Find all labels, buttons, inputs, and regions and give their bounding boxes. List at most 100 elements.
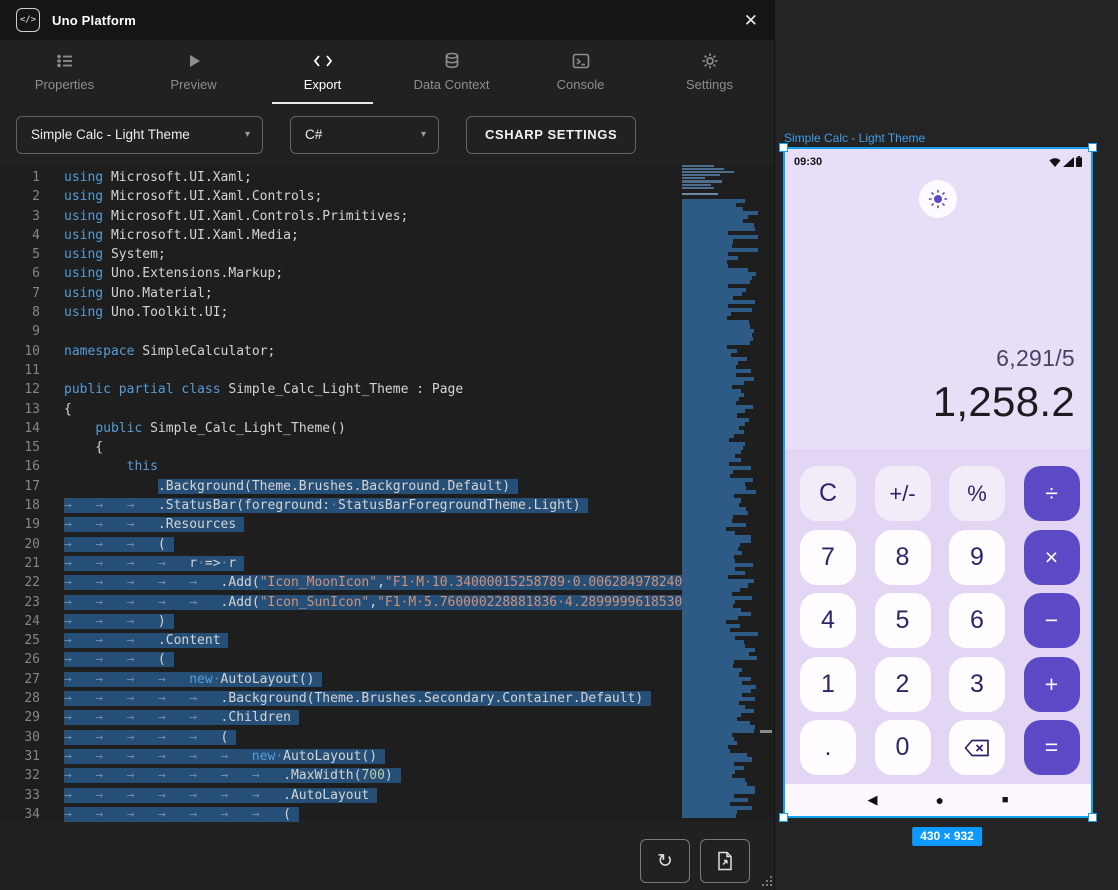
line-number: 10 [0,342,40,361]
tab-data-context[interactable]: Data Context [387,40,516,104]
csharp-settings-button[interactable]: CSHARP SETTINGS [466,116,636,154]
code-line: 28→ → → → → .Background(Theme.Brushes.Se… [0,689,682,708]
language-select[interactable]: C# ▾ [290,116,439,154]
calc-key-4[interactable]: 4 [800,593,856,648]
language-select-value: C# [305,127,322,142]
nav-home-icon[interactable]: ● [935,792,943,808]
calc-key-0[interactable]: 0 [875,720,931,775]
tab-label: Settings [686,77,733,92]
code-line: 19→ → → .Resources [0,515,682,534]
chevron-down-icon: ▾ [407,129,426,140]
scrollbar-marker[interactable] [760,730,772,733]
calc-key-+[interactable]: + [1024,657,1080,712]
code-icon [313,52,333,70]
selection-handle[interactable] [779,813,788,822]
calc-key-6[interactable]: 6 [949,593,1005,648]
title-bar: </> Uno Platform ✕ [0,0,774,40]
code-line: 24→ → → ) [0,612,682,631]
component-select-value: Simple Calc - Light Theme [31,127,190,142]
code-line: 34→ → → → → → → ( [0,805,682,822]
selection-handle[interactable] [779,143,788,152]
calc-key-.[interactable]: . [800,720,856,775]
line-number: 19 [0,515,40,534]
tab-label: Properties [35,77,94,92]
code-line: 8using Uno.Toolkit.UI; [0,303,682,322]
plugin-panel: </> Uno Platform ✕ Properties Preview [0,0,775,890]
key-label: +/- [889,481,915,507]
calc-key-9[interactable]: 9 [949,530,1005,585]
code-line: 20→ → → ( [0,535,682,554]
code-line: 27→ → → → new·AutoLayout() [0,670,682,689]
key-label: × [1045,544,1058,571]
calc-key-1[interactable]: 1 [800,657,856,712]
code-line: 23→ → → → → .Add("Icon_SunIcon","F1·M·5.… [0,593,682,612]
key-label: . [825,733,832,762]
status-time: 09:30 [794,156,822,168]
line-number: 25 [0,631,40,650]
signal-icon [1063,157,1074,167]
list-icon [56,52,74,70]
line-number: 14 [0,419,40,438]
backspace-icon [964,739,990,757]
code-line: 3using Microsoft.UI.Xaml.Controls.Primit… [0,207,682,226]
tab-preview[interactable]: Preview [129,40,258,104]
frame-label[interactable]: Simple Calc - Light Theme [784,131,925,145]
line-number: 6 [0,264,40,283]
calc-key-x[interactable] [949,720,1005,775]
line-number: 34 [0,805,40,822]
key-label: + [1045,671,1058,698]
tab-export[interactable]: Export [258,40,387,104]
line-number: 7 [0,284,40,303]
calc-key-x[interactable]: × [1024,530,1080,585]
nav-back-icon[interactable]: ◀ [867,792,877,808]
terminal-icon [572,52,590,70]
battery-icon [1076,156,1082,167]
calc-key-x[interactable]: ÷ [1024,466,1080,521]
code-line: 32→ → → → → → → .MaxWidth(700) [0,766,682,785]
line-number: 22 [0,573,40,592]
nav-overview-icon[interactable]: ■ [1002,794,1009,806]
code-editor[interactable]: 1using Microsoft.UI.Xaml;2using Microsof… [0,165,774,822]
minimap[interactable] [682,165,758,822]
calc-key-7[interactable]: 7 [800,530,856,585]
calc-key-5[interactable]: 5 [875,593,931,648]
editor-scrollbar[interactable] [758,165,774,822]
calc-key-x[interactable]: − [1024,593,1080,648]
line-number: 12 [0,380,40,399]
component-select[interactable]: Simple Calc - Light Theme ▾ [16,116,263,154]
frame-size-badge: 430 × 932 [912,827,982,846]
key-label: 2 [896,670,910,699]
line-number: 17 [0,477,40,496]
calc-key-2[interactable]: 2 [875,657,931,712]
calc-key-=[interactable]: = [1024,720,1080,775]
close-icon[interactable]: ✕ [744,12,758,29]
calc-key-C[interactable]: C [800,466,856,521]
calc-key-+x-[interactable]: +/- [875,466,931,521]
export-file-button[interactable] [700,839,750,883]
figma-canvas[interactable]: Simple Calc - Light Theme 09:30 [776,0,1118,890]
code-line: 1using Microsoft.UI.Xaml; [0,168,682,187]
resize-grip[interactable] [760,874,772,886]
tab-settings[interactable]: Settings [645,40,774,104]
selection-handle[interactable] [1088,813,1097,822]
code-line: 13{ [0,400,682,419]
calc-key-%[interactable]: % [949,466,1005,521]
phone-frame[interactable]: 09:30 6,291/5 1,258.2 [783,147,1093,818]
theme-toggle-button[interactable] [919,180,957,218]
code-line: 22→ → → → → .Add("Icon_MoonIcon","F1·M·1… [0,573,682,592]
line-number: 29 [0,708,40,727]
calc-key-8[interactable]: 8 [875,530,931,585]
calc-key-3[interactable]: 3 [949,657,1005,712]
line-number: 4 [0,226,40,245]
line-number: 3 [0,207,40,226]
refresh-button[interactable]: ↻ [640,839,690,883]
line-number: 1 [0,168,40,187]
code-line: 33→ → → → → → → .AutoLayout [0,786,682,805]
code-line: 25→ → → .Content [0,631,682,650]
file-export-icon [716,851,734,871]
tab-properties[interactable]: Properties [0,40,129,104]
tab-console[interactable]: Console [516,40,645,104]
selection-handle[interactable] [1088,143,1097,152]
minimap-selection [682,199,758,822]
key-label: − [1045,607,1058,634]
